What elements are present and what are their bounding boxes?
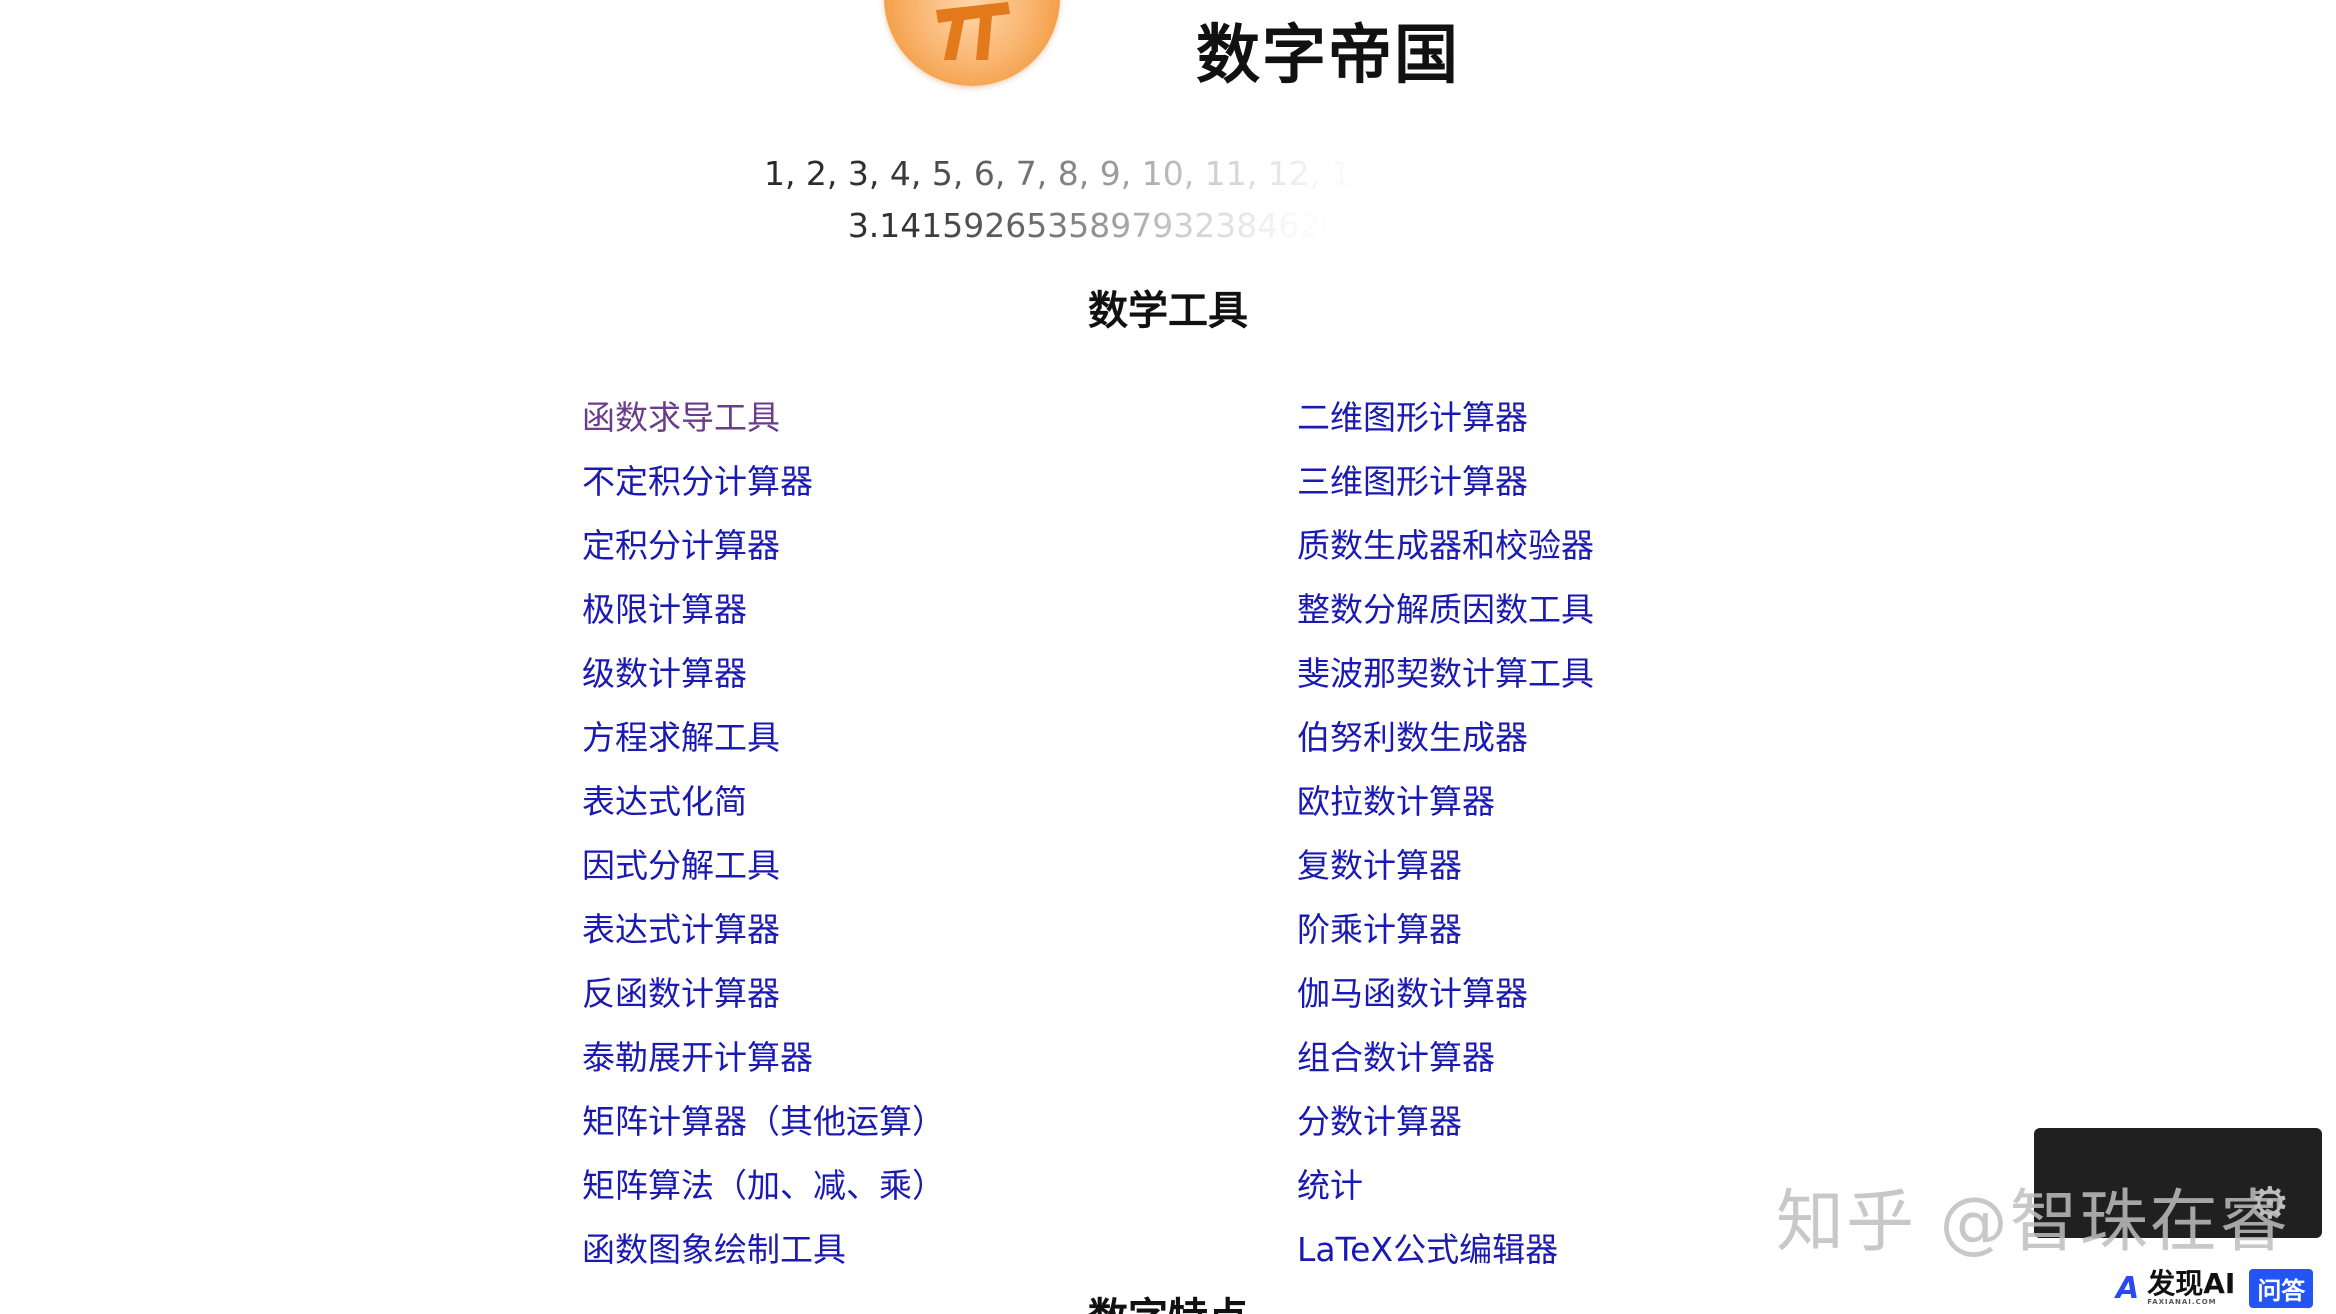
tool-link-prime-generator[interactable]: 质数生成器和校验器 — [1297, 520, 1594, 584]
pi-digit-sequence: 3.14159265358979323846264338327 — [700, 206, 1636, 245]
gear-icon[interactable]: ⚙ — [2250, 1178, 2289, 1229]
brand-name: 发现AI FAXIANAI.COM — [2147, 1267, 2236, 1307]
tool-link-taylor-expansion[interactable]: 泰勒展开计算器 — [582, 1032, 945, 1096]
brand-badge: 问答 — [2249, 1268, 2314, 1308]
tool-link-indefinite-integral[interactable]: 不定积分计算器 — [582, 456, 945, 520]
tool-link-gamma-function[interactable]: 伽马函数计算器 — [1297, 968, 1594, 1032]
ai-logo-icon: A — [2116, 1270, 2140, 1306]
tools-list-left: 函数求导工具 不定积分计算器 定积分计算器 极限计算器 级数计算器 方程求解工具… — [582, 392, 945, 1288]
tool-link-matrix-arithmetic[interactable]: 矩阵算法（加、减、乘） — [582, 1160, 945, 1224]
tool-link-expression-calculator[interactable]: 表达式计算器 — [582, 904, 945, 968]
tool-link-factorization[interactable]: 因式分解工具 — [582, 840, 945, 904]
section-title-number-features: 数字特点 — [0, 1294, 2336, 1314]
tool-link-complex-number[interactable]: 复数计算器 — [1297, 840, 1594, 904]
tool-link-fraction[interactable]: 分数计算器 — [1297, 1096, 1594, 1160]
site-title: 数字帝国 — [1196, 19, 1460, 93]
brand-name-text: 发现AI — [2147, 1267, 2236, 1300]
tool-link-matrix-other[interactable]: 矩阵计算器（其他运算） — [582, 1096, 945, 1160]
tool-link-limit[interactable]: 极限计算器 — [582, 584, 945, 648]
tool-link-euler-number[interactable]: 欧拉数计算器 — [1297, 776, 1594, 840]
tool-link-inverse-function[interactable]: 反函数计算器 — [582, 968, 945, 1032]
tool-link-3d-graph[interactable]: 三维图形计算器 — [1297, 456, 1594, 520]
tool-link-expression-simplify[interactable]: 表达式化简 — [582, 776, 945, 840]
tool-link-derivative[interactable]: 函数求导工具 — [582, 392, 945, 456]
natural-number-sequence: 1, 2, 3, 4, 5, 6, 7, 8, 9, 10, 11, 12, 1… — [700, 154, 1636, 193]
tools-list-right: 二维图形计算器 三维图形计算器 质数生成器和校验器 整数分解质因数工具 斐波那契… — [1297, 392, 1594, 1288]
tool-link-definite-integral[interactable]: 定积分计算器 — [582, 520, 945, 584]
site-logo[interactable] — [884, 0, 1060, 86]
tool-link-function-plotter[interactable]: 函数图象绘制工具 — [582, 1224, 945, 1288]
tool-link-factorial[interactable]: 阶乘计算器 — [1297, 904, 1594, 968]
zhihu-watermark: 知乎 @智珠在睿 — [1776, 1183, 2290, 1262]
tool-link-fibonacci[interactable]: 斐波那契数计算工具 — [1297, 648, 1594, 712]
section-title-math-tools: 数学工具 — [1088, 288, 1248, 334]
faxian-ai-brand[interactable]: A 发现AI FAXIANAI.COM 问答 — [2116, 1267, 2314, 1308]
tool-link-bernoulli[interactable]: 伯努利数生成器 — [1297, 712, 1594, 776]
tool-link-combination[interactable]: 组合数计算器 — [1297, 1032, 1594, 1096]
tool-link-2d-graph[interactable]: 二维图形计算器 — [1297, 392, 1594, 456]
tool-link-prime-factorization[interactable]: 整数分解质因数工具 — [1297, 584, 1594, 648]
tool-link-series[interactable]: 级数计算器 — [582, 648, 945, 712]
tool-link-equation-solver[interactable]: 方程求解工具 — [582, 712, 945, 776]
tool-link-statistics[interactable]: 统计 — [1297, 1160, 1594, 1224]
pi-logo-icon — [936, 2, 1010, 60]
tool-link-latex-editor[interactable]: LaTeX公式编辑器 — [1297, 1224, 1594, 1288]
